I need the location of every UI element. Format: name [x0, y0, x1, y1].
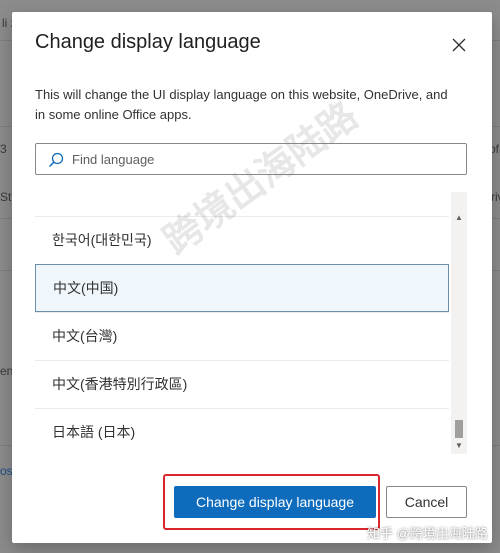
language-option[interactable]: 中文(香港特別行政區)	[35, 360, 449, 408]
dialog-title: Change display language	[35, 31, 261, 53]
scrollbar-thumb[interactable]	[455, 420, 463, 438]
language-search-box[interactable]	[35, 143, 467, 175]
language-option[interactable]: 日本語 (日本)	[35, 408, 449, 454]
bg-text-fragment: riv	[491, 190, 500, 204]
source-credit: 知乎 @跨境出海陆路	[367, 526, 488, 541]
close-button[interactable]	[448, 34, 470, 56]
chevron-down-icon[interactable]: ▼	[451, 438, 467, 454]
language-search-input[interactable]	[70, 145, 450, 173]
list-scrollbar[interactable]: ▲ ▼	[451, 192, 467, 454]
language-option[interactable]: 한국어(대한민국)	[35, 216, 449, 264]
language-list: 한국어(대한민국) 中文(中国) 中文(台灣) 中文(香港特別行政區) 日本語 …	[35, 192, 467, 454]
cancel-button[interactable]: Cancel	[386, 486, 467, 518]
language-option-selected[interactable]: 中文(中国)	[35, 264, 449, 312]
dialog-description: This will change the UI display language…	[35, 87, 448, 122]
change-language-dialog: Change display language This will change…	[12, 12, 492, 543]
chevron-up-icon[interactable]: ▲	[451, 210, 467, 226]
bg-link-fragment: os	[0, 464, 13, 478]
highlight-annotation	[163, 474, 380, 530]
close-icon	[452, 38, 466, 52]
search-icon	[48, 152, 64, 168]
bg-text-fragment: 3	[0, 142, 7, 156]
language-option[interactable]: 中文(台灣)	[35, 312, 449, 360]
